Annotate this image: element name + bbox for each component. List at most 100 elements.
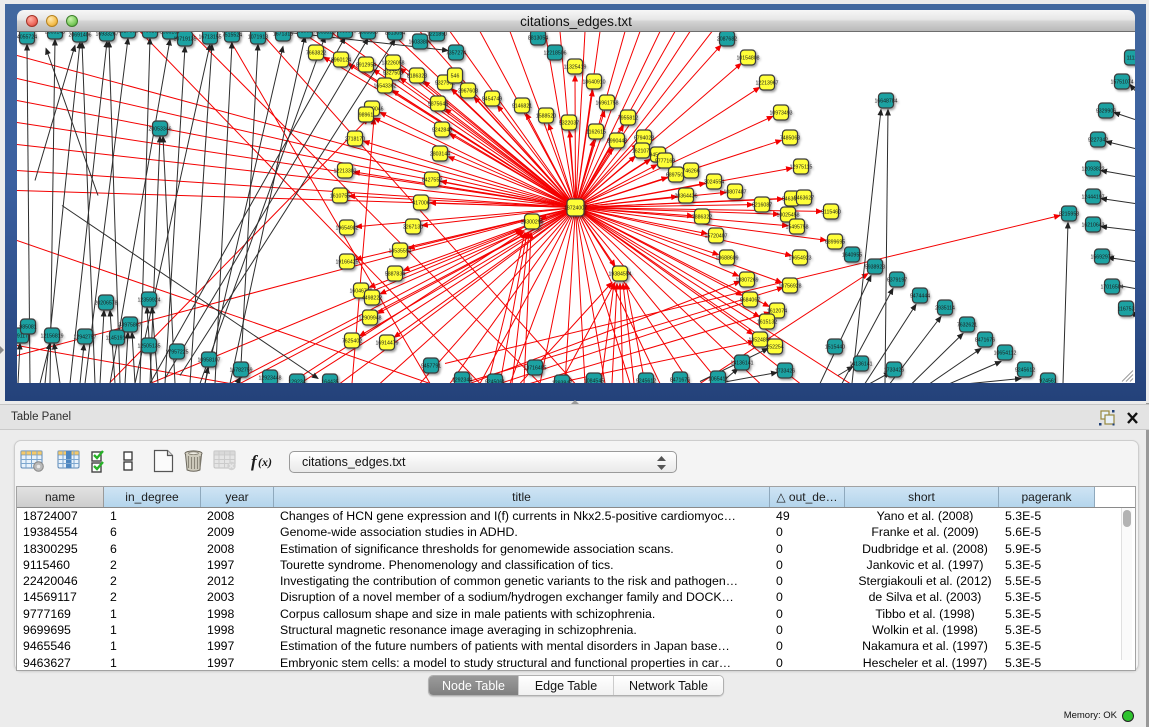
- svg-text:13716485: 13716485: [523, 366, 546, 372]
- svg-text:7663822: 7663822: [306, 51, 326, 57]
- svg-text:98961: 98961: [359, 113, 374, 119]
- svg-text:1065411: 1065411: [708, 377, 728, 383]
- svg-text:1162615: 1162615: [586, 130, 606, 136]
- svg-text:(x): (x): [258, 455, 272, 469]
- svg-text:1603380: 1603380: [358, 32, 378, 36]
- svg-text:16782759: 16782759: [229, 368, 252, 374]
- svg-text:17957225: 17957225: [165, 350, 188, 356]
- svg-text:8990448: 8990448: [607, 139, 627, 145]
- svg-text:8471676: 8471676: [670, 378, 690, 384]
- svg-text:12218506: 12218506: [543, 51, 566, 57]
- svg-text:8912954: 8912954: [356, 63, 376, 69]
- svg-text:20206578: 20206578: [94, 301, 117, 307]
- svg-text:15720407: 15720407: [704, 234, 727, 240]
- svg-text:20053346: 20053346: [148, 127, 171, 133]
- svg-text:417006: 417006: [412, 201, 429, 207]
- svg-text:8215958: 8215958: [1059, 212, 1079, 218]
- svg-text:19166425: 19166425: [335, 260, 358, 266]
- svg-text:7515524: 7515524: [222, 33, 242, 39]
- svg-text:11451914: 11451914: [106, 336, 129, 342]
- svg-text:12213967: 12213967: [755, 81, 778, 87]
- svg-text:16914479: 16914479: [375, 341, 398, 347]
- svg-text:1733426: 1733426: [775, 369, 795, 375]
- svg-text:12093822: 12093822: [1081, 167, 1104, 173]
- svg-text:7663821: 7663821: [315, 32, 335, 36]
- svg-text:7625402: 7625402: [342, 339, 362, 345]
- svg-text:2718170: 2718170: [345, 137, 365, 143]
- svg-text:1671315: 1671315: [273, 32, 293, 38]
- svg-text:10719135: 10719135: [173, 37, 196, 43]
- svg-text:7632621: 7632621: [957, 323, 977, 329]
- svg-text:252254: 252254: [766, 345, 783, 351]
- svg-text:3024554: 3024554: [704, 180, 724, 186]
- svg-text:1615132: 1615132: [757, 320, 777, 326]
- svg-text:129234: 129234: [288, 380, 305, 384]
- svg-text:10654112: 10654112: [994, 351, 1017, 357]
- svg-text:19654923: 19654923: [788, 256, 811, 262]
- svg-text:546: 546: [451, 74, 460, 80]
- svg-text:12909948: 12909948: [358, 316, 381, 322]
- svg-text:4498222: 4498222: [362, 296, 382, 302]
- svg-text:4055724: 4055724: [17, 35, 37, 41]
- svg-text:12505135: 12505135: [137, 344, 160, 350]
- svg-text:9146821: 9146821: [512, 104, 532, 110]
- svg-text:8427552: 8427552: [422, 178, 442, 184]
- svg-text:17016504: 17016504: [1100, 285, 1123, 291]
- svg-text:5938923: 5938923: [865, 265, 885, 271]
- svg-text:20364436: 20364436: [674, 194, 697, 200]
- svg-text:10756928: 10756928: [778, 284, 801, 290]
- svg-text:7955812: 7955812: [618, 116, 638, 122]
- svg-text:9329906: 9329906: [1096, 109, 1116, 115]
- svg-text:12444197: 12444197: [1081, 195, 1104, 201]
- svg-text:14136141: 14136141: [849, 362, 872, 368]
- svg-text:16543362: 16543362: [373, 84, 396, 90]
- svg-text:9457791: 9457791: [421, 364, 441, 370]
- svg-text:1112: 1112: [1127, 56, 1135, 62]
- svg-text:9245061: 9245061: [485, 380, 505, 384]
- svg-text:20691406: 20691406: [68, 33, 91, 39]
- svg-text:16961758: 16961758: [595, 101, 618, 107]
- svg-text:9463627: 9463627: [794, 196, 814, 202]
- svg-text:2069140: 2069140: [45, 32, 65, 36]
- svg-text:16033809: 16033809: [408, 40, 431, 46]
- svg-text:12359924: 12359924: [137, 298, 160, 304]
- svg-text:9327503: 9327503: [383, 71, 403, 77]
- svg-text:10958107: 10958107: [197, 358, 220, 364]
- svg-text:164435: 164435: [321, 380, 338, 384]
- svg-text:8813054: 8813054: [528, 36, 548, 42]
- svg-text:1640955: 1640955: [842, 253, 862, 259]
- svg-text:16648784: 16648784: [874, 99, 897, 105]
- svg-text:19654982: 19654982: [335, 226, 358, 232]
- svg-text:9227342: 9227342: [1088, 138, 1108, 144]
- svg-text:2935114: 2935114: [935, 306, 955, 312]
- svg-text:1292344: 1292344: [452, 378, 472, 384]
- svg-text:6379197: 6379197: [887, 278, 907, 284]
- svg-text:13226058: 13226058: [381, 61, 404, 67]
- svg-text:11325419: 11325419: [564, 65, 587, 71]
- svg-text:1515440: 1515440: [825, 345, 845, 351]
- svg-text:6794028: 6794028: [634, 136, 654, 142]
- svg-text:19384554: 19384554: [608, 272, 631, 278]
- svg-text:13535594: 13535594: [388, 249, 411, 255]
- svg-text:15692971: 15692971: [1090, 255, 1113, 261]
- svg-text:1221850: 1221850: [427, 32, 447, 38]
- svg-text:6466102: 6466102: [140, 32, 160, 35]
- svg-text:18640910: 18640910: [582, 80, 605, 86]
- svg-text:12923448: 12923448: [258, 376, 281, 382]
- svg-text:1588520: 1588520: [536, 114, 556, 120]
- svg-text:2967608: 2967608: [458, 89, 478, 95]
- svg-text:9242848: 9242848: [432, 128, 452, 134]
- svg-text:10154808: 10154808: [736, 56, 759, 62]
- svg-text:33975867: 33975867: [118, 323, 141, 329]
- svg-text:116753: 116753: [1118, 307, 1135, 313]
- svg-text:9245612: 9245612: [1015, 368, 1035, 374]
- svg-text:15495758: 15495758: [785, 225, 808, 231]
- svg-text:8813054: 8813054: [385, 32, 405, 37]
- svg-text:3267130: 3267130: [403, 225, 423, 231]
- svg-text:9245612: 9245612: [636, 379, 656, 384]
- svg-text:1071913: 1071913: [248, 35, 268, 41]
- svg-text:924561: 924561: [1039, 379, 1056, 384]
- svg-text:12942757: 12942757: [73, 335, 96, 341]
- svg-text:1327602: 1327602: [118, 32, 138, 35]
- svg-text:7357274: 7357274: [446, 51, 466, 57]
